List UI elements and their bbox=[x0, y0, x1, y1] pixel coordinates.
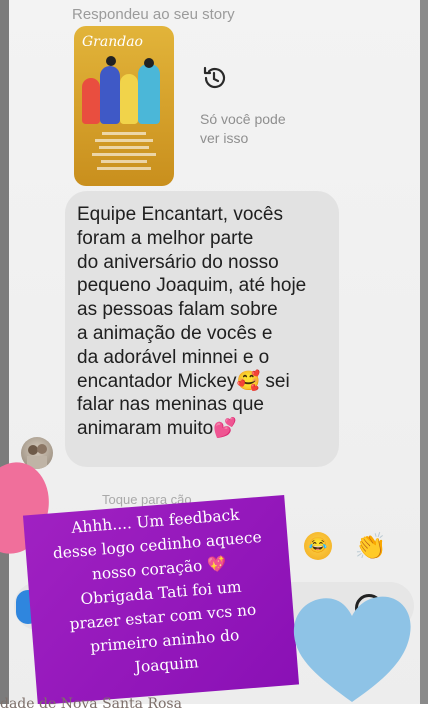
sparkle-heart-icon: 💖 bbox=[206, 554, 227, 575]
caption-overlay: Ahhh.... Um feedback desse logo cedinho … bbox=[24, 499, 298, 687]
story-reply-header: Respondeu ao seu story bbox=[72, 6, 235, 23]
laughing-emoji-reaction[interactable]: 😂 bbox=[304, 532, 332, 560]
story-thumbnail[interactable]: Grandao bbox=[74, 26, 174, 186]
visibility-note: Só você pode ver isso bbox=[200, 111, 286, 146]
right-edge bbox=[420, 0, 428, 716]
thumbnail-figures bbox=[80, 56, 168, 124]
thumbnail-title: Grandao bbox=[82, 34, 143, 50]
clapping-emoji-reaction[interactable]: 👏 bbox=[354, 530, 388, 562]
message-text: Equipe Encantart, vocês foram a melhor p… bbox=[77, 204, 307, 440]
history-icon bbox=[200, 64, 228, 92]
footer-caption: dade de Nova Santa Rosa bbox=[0, 696, 182, 712]
left-edge bbox=[0, 0, 9, 716]
story-screen: Respondeu ao seu story Grandao Só você p… bbox=[0, 0, 428, 716]
thumbnail-caption-lines bbox=[88, 128, 160, 174]
message-bubble[interactable]: Equipe Encantart, vocês foram a melhor p… bbox=[65, 191, 339, 467]
blue-heart-sticker bbox=[286, 590, 418, 708]
